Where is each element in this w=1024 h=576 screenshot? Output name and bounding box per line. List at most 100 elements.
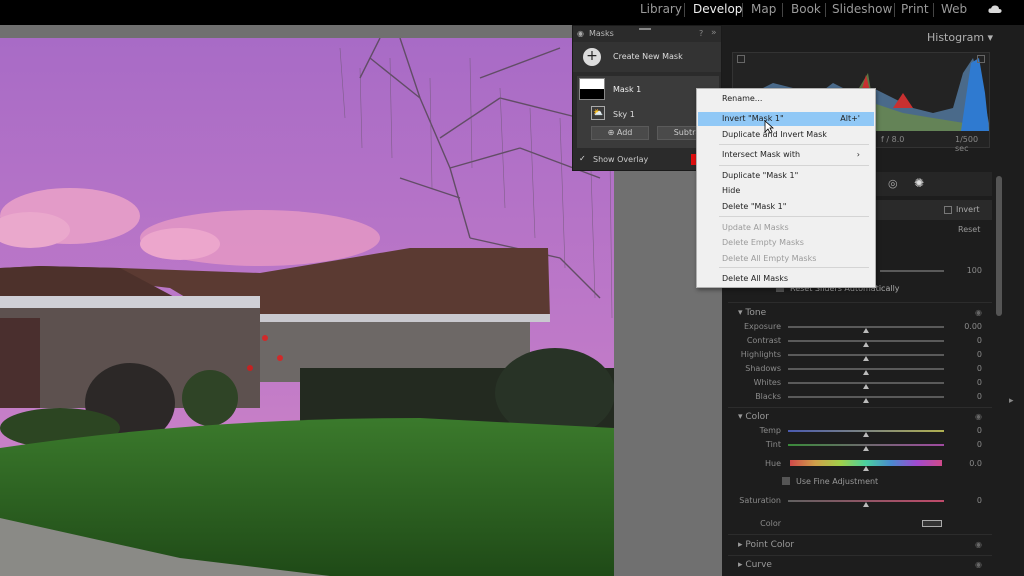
invert-label: Invert <box>956 205 980 214</box>
amount-value[interactable]: 100 <box>958 266 982 275</box>
module-library[interactable]: Library <box>640 2 682 16</box>
tone-row-label: Whites <box>753 378 781 387</box>
color-header[interactable]: ▾ Color <box>738 412 769 422</box>
masking-icon[interactable]: ✺ <box>914 176 924 190</box>
module-book[interactable]: Book <box>791 2 821 16</box>
photo-preview[interactable] <box>0 38 614 576</box>
temp-label: Temp <box>759 426 781 435</box>
tone-row-value[interactable]: 0 <box>958 378 982 387</box>
create-new-mask-row[interactable]: + Create New Mask <box>573 42 721 72</box>
add-button-label: Add <box>616 128 633 137</box>
divider <box>728 555 992 556</box>
redeye-icon[interactable]: ◎ <box>888 177 898 190</box>
show-overlay-checkbox[interactable]: ✓ <box>579 154 586 163</box>
tint-value[interactable]: 0 <box>958 440 982 449</box>
mouse-cursor-icon <box>764 120 774 134</box>
invert-checkbox[interactable] <box>944 206 952 214</box>
menu-item[interactable]: Duplicate "Mask 1" <box>698 169 874 183</box>
point-color-header-label: Point Color <box>745 540 795 550</box>
curve-header-label: Curve <box>745 560 772 570</box>
plus-icon[interactable]: + <box>583 48 601 66</box>
menu-item-label: Delete "Mask 1" <box>722 202 787 211</box>
mask-1-thumbnail[interactable] <box>579 78 605 100</box>
tone-row-value[interactable]: 0 <box>958 364 982 373</box>
module-separator <box>742 3 743 17</box>
tone-row-slider-thumb[interactable] <box>863 328 869 333</box>
temp-slider-thumb[interactable] <box>863 432 869 437</box>
tint-slider-thumb[interactable] <box>863 446 869 451</box>
collapse-icon[interactable]: » <box>711 28 717 38</box>
tone-row-slider-thumb[interactable] <box>863 384 869 389</box>
module-slideshow[interactable]: Slideshow <box>832 2 892 16</box>
menu-item[interactable]: Delete All Masks <box>698 272 874 286</box>
module-map[interactable]: Map <box>751 2 776 16</box>
menu-item-label: Duplicate "Mask 1" <box>722 171 799 180</box>
menu-item: Update AI Masks <box>698 221 874 235</box>
saturation-value[interactable]: 0 <box>958 496 982 505</box>
menu-separator <box>719 267 869 268</box>
temp-value[interactable]: 0 <box>958 426 982 435</box>
tone-row-label: Blacks <box>755 392 781 401</box>
module-web[interactable]: Web <box>941 2 967 16</box>
highlight-clip-toggle[interactable] <box>977 55 985 63</box>
curve-visibility-icon[interactable]: ◉ <box>975 560 982 569</box>
menu-item[interactable]: Invert "Mask 1" Alt+' <box>698 112 874 126</box>
module-separator <box>782 3 783 17</box>
histogram-title[interactable]: Histogram ▾ <box>927 31 993 44</box>
divider <box>728 407 992 408</box>
menu-item[interactable]: Duplicate and Invert Mask <box>698 128 874 142</box>
module-separator <box>933 3 934 17</box>
tint-label: Tint <box>765 440 781 449</box>
panel-scrollbar[interactable] <box>996 176 1002 316</box>
module-separator <box>894 3 895 17</box>
curve-header[interactable]: ▸ Curve <box>738 560 772 570</box>
module-develop[interactable]: Develop <box>693 2 742 16</box>
color-swatch[interactable] <box>922 520 942 527</box>
menu-separator <box>719 165 869 166</box>
menu-item[interactable]: Delete "Mask 1" <box>698 200 874 214</box>
fine-adjustment-label: Use Fine Adjustment <box>796 477 879 486</box>
hue-slider-thumb[interactable] <box>863 466 869 471</box>
color-swatch-label: Color <box>760 519 781 528</box>
color-visibility-icon[interactable]: ◉ <box>975 412 982 421</box>
menu-item-label: Rename... <box>722 94 763 103</box>
tone-row-value[interactable]: 0 <box>958 336 982 345</box>
tone-row-slider-thumb[interactable] <box>863 356 869 361</box>
tone-row-value[interactable]: 0 <box>958 350 982 359</box>
reset-button[interactable]: Reset <box>958 225 980 234</box>
mask-1-name[interactable]: Mask 1 <box>613 85 641 94</box>
point-color-visibility-icon[interactable]: ◉ <box>975 540 982 549</box>
fine-adjustment-checkbox[interactable] <box>782 477 790 485</box>
menu-item[interactable]: Rename... <box>698 92 874 106</box>
sky-1-name[interactable]: Sky 1 <box>613 110 635 119</box>
shadow-clip-toggle[interactable] <box>737 55 745 63</box>
menu-separator <box>719 144 869 145</box>
menu-item-label: Invert "Mask 1" <box>722 114 784 123</box>
tone-row-slider-thumb[interactable] <box>863 370 869 375</box>
tone-row-slider-thumb[interactable] <box>863 398 869 403</box>
saturation-slider-thumb[interactable] <box>863 502 869 507</box>
tone-header[interactable]: ▾ Tone <box>738 308 766 318</box>
help-icon[interactable]: ? <box>699 29 703 38</box>
sky-icon[interactable]: ⛅ <box>591 106 605 120</box>
tone-visibility-icon[interactable]: ◉ <box>975 308 982 317</box>
menu-separator <box>719 216 869 217</box>
aperture-readout: f / 8.0 <box>881 135 905 144</box>
tone-row-value[interactable]: 0 <box>958 392 982 401</box>
right-panel-toggle-icon[interactable]: ▸ <box>1009 396 1014 406</box>
panel-grip[interactable] <box>639 28 651 30</box>
amount-slider[interactable] <box>880 270 944 272</box>
hue-value[interactable]: 0.0 <box>958 459 982 468</box>
tone-row-value[interactable]: 0.00 <box>958 322 982 331</box>
point-color-header[interactable]: ▸ Point Color <box>738 540 794 550</box>
menu-item[interactable]: Intersect Mask with › <box>698 148 874 162</box>
module-print[interactable]: Print <box>901 2 929 16</box>
submenu-arrow-icon: › <box>856 150 860 159</box>
masks-eye-icon[interactable]: ◉ <box>577 29 584 38</box>
saturation-label: Saturation <box>739 496 781 505</box>
cloud-sync-icon[interactable] <box>988 4 1002 14</box>
add-button[interactable]: ⊕ Add <box>591 126 649 140</box>
menu-item[interactable]: Hide <box>698 184 874 198</box>
mask-add-icon: ⊕ <box>607 128 617 137</box>
tone-row-slider-thumb[interactable] <box>863 342 869 347</box>
